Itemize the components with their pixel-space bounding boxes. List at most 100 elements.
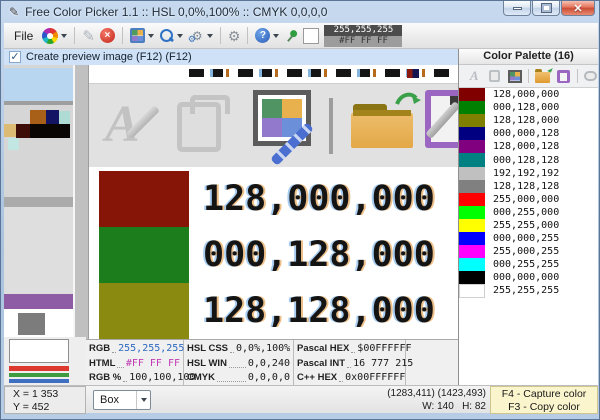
palette-swatch — [459, 127, 485, 140]
palette-row[interactable]: 128,128,000 — [459, 114, 598, 127]
palette-edit-button[interactable] — [508, 69, 522, 83]
chevron-down-icon — [207, 34, 213, 38]
window-title: Free Color Picker 1.1 :: HSL 0,0%,100% :… — [25, 5, 327, 19]
current-color-swatch — [303, 28, 319, 44]
palette-row[interactable]: 128,000,128 — [459, 140, 598, 153]
palette-swatch — [459, 114, 485, 127]
info-label: C++ HEX — [297, 372, 337, 384]
file-menu[interactable]: File — [10, 27, 37, 45]
info-value: 0x00FFFFFF — [345, 372, 405, 384]
palette-rgb: 255,000,255 — [485, 246, 559, 257]
chevron-down-icon — [273, 34, 279, 38]
palette-icon — [130, 28, 145, 43]
palette-swatch — [459, 245, 485, 258]
close-button[interactable]: ✕ — [561, 1, 595, 16]
palette-row[interactable]: 255,000,255 — [459, 245, 598, 258]
magnified-swatch — [99, 227, 189, 283]
app-pencil-icon: ✎ — [9, 5, 19, 19]
palette-rgb: 000,000,000 — [485, 272, 559, 283]
palette-row[interactable]: 000,128,128 — [459, 153, 598, 166]
cursor-position-readout: X = 1 353 Y = 452 — [4, 386, 86, 414]
close-icon: ✕ — [573, 2, 582, 15]
magnified-separator — [329, 98, 333, 154]
palette-row[interactable]: 000,255,255 — [459, 258, 598, 271]
app-window: ✎ Free Color Picker 1.1 :: HSL 0,0%,100%… — [0, 0, 600, 420]
magnified-row: 128,128,000 — [89, 283, 458, 339]
settings-button[interactable]: ⚙ — [228, 29, 241, 43]
blue-component-bar — [9, 379, 69, 383]
toolbar-separator — [74, 27, 75, 44]
green-component-bar — [9, 373, 69, 377]
palette-row[interactable]: 128,000,000 — [459, 88, 598, 101]
thumb-purple-block — [4, 294, 73, 309]
palette-list: 128,000,000 000,128,000 128,128,000 000,… — [459, 88, 598, 298]
info-label: RGB — [89, 343, 110, 355]
palette-swatch — [459, 271, 485, 284]
palette-row[interactable]: 000,000,255 — [459, 232, 598, 245]
comment-icon — [584, 71, 597, 81]
palette-row[interactable]: 255,255,255 — [459, 284, 598, 297]
maximize-button[interactable] — [532, 1, 560, 16]
palette-copy-button[interactable] — [487, 69, 501, 83]
status-bar: X = 1 353 Y = 452 Box (1283,411) (1423,4… — [4, 385, 598, 413]
selection-readout: (1283,411) (1423,493)W: 140 H: 82 — [387, 387, 486, 413]
palette-row[interactable]: 192,192,192 — [459, 167, 598, 180]
current-color-rgb: 255,255,255 — [324, 25, 402, 36]
titlebar[interactable]: ✎ Free Color Picker 1.1 :: HSL 0,0%,100%… — [1, 1, 600, 23]
open-folder-icon — [535, 72, 550, 83]
info-value: 16 777 215 — [353, 358, 413, 370]
color-picker-button[interactable] — [42, 28, 67, 44]
palette-comment-button[interactable] — [584, 69, 598, 83]
magnified-preview[interactable]: A 128,000,000 — [89, 65, 458, 339]
palette-row[interactable]: 255,255,000 — [459, 219, 598, 232]
thumb-titlebar-block — [4, 68, 73, 101]
toolbar-separator — [577, 69, 578, 83]
preview-scrollbar[interactable] — [73, 65, 89, 339]
palette-button[interactable] — [130, 28, 154, 43]
palette-toolbar: A — [459, 65, 598, 88]
palette-row[interactable]: 000,000,128 — [459, 127, 598, 140]
info-label: HSL CSS — [187, 343, 228, 355]
info-value: 255,255,255 — [118, 343, 184, 355]
palette-open-button[interactable] — [535, 69, 550, 83]
palette-panel-title: Color Palette (16) — [459, 49, 598, 65]
pin-button[interactable] — [284, 29, 298, 43]
palette-row[interactable]: 128,128,128 — [459, 180, 598, 193]
palette-row[interactable]: 000,255,000 — [459, 206, 598, 219]
create-preview-checkbox[interactable]: ✓ — [9, 51, 21, 63]
palette-swatch — [459, 193, 485, 206]
zoom-button[interactable] — [159, 28, 183, 43]
tools-button[interactable]: ⚙⚙ — [188, 28, 213, 44]
info-label: HTML — [89, 358, 115, 370]
info-value: #FF FF FF — [126, 358, 180, 370]
help-button[interactable]: ? — [255, 28, 279, 43]
magnified-swatch — [99, 283, 189, 339]
palette-rgb: 000,255,255 — [485, 259, 559, 270]
palette-rgb: 000,000,128 — [485, 128, 559, 139]
magnified-swatch — [99, 171, 189, 227]
palette-row[interactable]: 000,128,000 — [459, 101, 598, 114]
hotkey-hints: F4 - Capture color F3 - Copy color — [490, 386, 598, 414]
minimize-button[interactable] — [503, 1, 531, 16]
palette-swatch — [459, 284, 485, 297]
dropdown-arrow — [136, 391, 150, 409]
palette-save-button[interactable] — [556, 69, 570, 83]
selection-coords: (1283,411) (1423,493) — [387, 388, 486, 399]
palette-row[interactable]: 000,000,000 — [459, 271, 598, 284]
palette-swatch — [459, 140, 485, 153]
palette-swatch — [459, 219, 485, 232]
cancel-capture-button[interactable]: × — [100, 28, 115, 43]
palette-row[interactable]: 255,000,000 — [459, 193, 598, 206]
eyedropper-icon: ✎ — [82, 27, 95, 45]
palette-swatch — [459, 101, 485, 114]
thumb-pixel-block — [30, 110, 46, 124]
gears-icon: ⚙⚙ — [188, 28, 204, 44]
save-icon — [557, 70, 570, 83]
gear-icon: ⚙ — [228, 29, 241, 43]
capture-mode-dropdown[interactable]: Box — [93, 390, 151, 410]
cancel-icon: × — [100, 28, 115, 43]
thumb-divider — [4, 197, 73, 207]
eyedropper-button[interactable]: ✎ — [82, 27, 95, 45]
palette-font-button[interactable]: A — [467, 69, 481, 83]
info-value: 0,0,0,0 — [248, 372, 290, 384]
